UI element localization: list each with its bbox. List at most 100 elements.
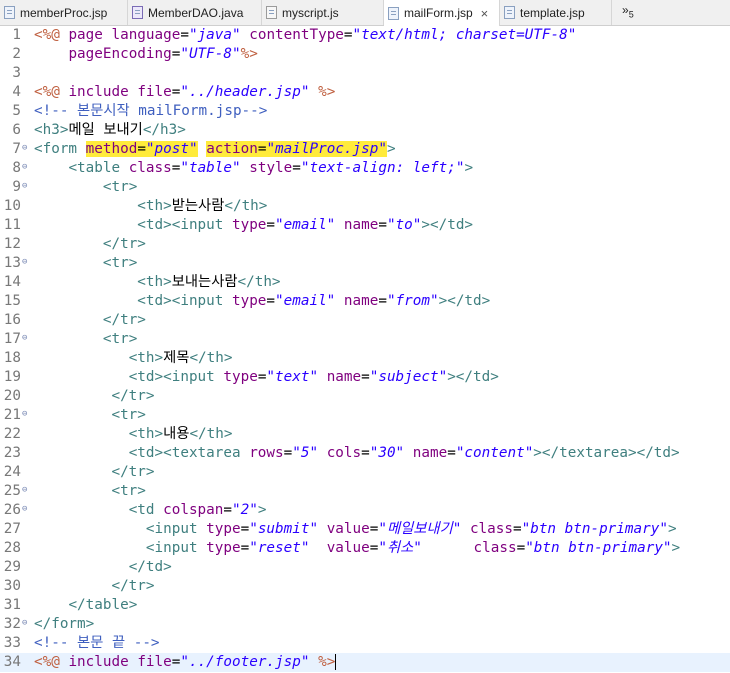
code-token: = bbox=[240, 521, 250, 537]
jsp-file-icon bbox=[388, 6, 399, 20]
tab-mailform[interactable]: mailForm.jsp × bbox=[384, 0, 500, 26]
code-token: type bbox=[231, 217, 267, 233]
code-token: = bbox=[343, 27, 353, 43]
code-line[interactable]: 19 <td><input type="text" name="subject"… bbox=[0, 368, 730, 387]
code-line[interactable]: 32 ⊖ </form> bbox=[0, 615, 730, 634]
code-text: </tr> bbox=[34, 577, 154, 596]
code-token: <input bbox=[145, 540, 198, 556]
code-line[interactable]: 13 ⊖ <tr> bbox=[0, 254, 730, 273]
code-line[interactable]: 17 ⊖ <tr> bbox=[0, 330, 730, 349]
code-token: style bbox=[249, 160, 293, 176]
code-line[interactable]: 34 <%@ include file="../footer.jsp" %> bbox=[0, 653, 730, 672]
code-editor[interactable]: 1 <%@ page language="java" contentType="t… bbox=[0, 26, 730, 673]
chevron-double-right-icon: » bbox=[622, 3, 629, 17]
code-line[interactable]: 9 ⊖ <tr> bbox=[0, 178, 730, 197]
code-token: <th> bbox=[137, 198, 172, 214]
code-line[interactable]: 20 </tr> bbox=[0, 387, 730, 406]
line-number: 25 bbox=[3, 483, 21, 499]
editor-tab-bar: memberProc.jsp MemberDAO.java myscript.j… bbox=[0, 0, 730, 26]
code-text: <tr> bbox=[34, 178, 137, 197]
fold-toggle-icon[interactable]: ⊖ bbox=[22, 410, 27, 419]
tab-myscript[interactable]: myscript.js bbox=[262, 0, 384, 25]
code-token: <tr> bbox=[111, 483, 146, 499]
code-line[interactable]: 6 <h3>메일 보내기</h3> bbox=[0, 121, 730, 140]
tab-memberdao[interactable]: MemberDAO.java bbox=[128, 0, 262, 25]
code-token: class bbox=[473, 540, 517, 556]
code-token: = bbox=[378, 217, 387, 233]
code-token: "text/html; charset=UTF-8" bbox=[352, 27, 577, 43]
code-line[interactable]: 28 <input type="reset" value="취소" class=… bbox=[0, 539, 730, 558]
fold-toggle-icon[interactable]: ⊖ bbox=[22, 163, 27, 172]
code-line[interactable]: 10 <th>받는사람</th> bbox=[0, 197, 730, 216]
code-token: page bbox=[68, 27, 103, 43]
text-caret bbox=[335, 654, 337, 670]
code-line[interactable]: 2 pageEncoding="UTF-8"%> bbox=[0, 45, 730, 64]
fold-toggle-icon[interactable]: ⊖ bbox=[22, 258, 27, 267]
code-line[interactable]: 27 <input type="submit" value="메일보내기" cl… bbox=[0, 520, 730, 539]
tab-overflow-button[interactable]: »5 bbox=[622, 3, 634, 19]
code-token: <!-- 본문 끝 --> bbox=[34, 635, 160, 651]
code-line[interactable]: 23 <td><textarea rows="5" cols="30" name… bbox=[0, 444, 730, 463]
tab-memberproc[interactable]: memberProc.jsp bbox=[0, 0, 128, 25]
line-number: 32 bbox=[3, 616, 21, 632]
code-line[interactable]: 29 </td> bbox=[0, 558, 730, 577]
code-line[interactable]: 18 <th>제목</th> bbox=[0, 349, 730, 368]
code-token: method bbox=[85, 141, 138, 157]
code-line[interactable]: 16 </tr> bbox=[0, 311, 730, 330]
close-icon[interactable]: × bbox=[481, 6, 489, 21]
code-line[interactable]: 25 ⊖ <tr> bbox=[0, 482, 730, 501]
code-line[interactable]: 15 <td><input type="email" name="from"><… bbox=[0, 292, 730, 311]
code-text: <td><textarea rows="5" cols="30" name="c… bbox=[34, 444, 680, 463]
fold-toggle-icon[interactable]: ⊖ bbox=[22, 619, 27, 628]
code-line[interactable]: 12 </tr> bbox=[0, 235, 730, 254]
code-token: %> bbox=[318, 84, 336, 100]
code-token: <form bbox=[34, 141, 78, 157]
fold-toggle-icon[interactable]: ⊖ bbox=[22, 334, 27, 343]
tab-template[interactable]: template.jsp bbox=[500, 0, 612, 25]
code-line[interactable]: 1 <%@ page language="java" contentType="t… bbox=[0, 26, 730, 45]
code-line[interactable]: 30 </tr> bbox=[0, 577, 730, 596]
line-number: 23 bbox=[3, 445, 21, 461]
code-token: name bbox=[343, 217, 379, 233]
code-line[interactable]: 31 </table> bbox=[0, 596, 730, 615]
code-token: = bbox=[447, 445, 456, 461]
fold-toggle-icon[interactable]: ⊖ bbox=[22, 182, 27, 191]
code-token: value bbox=[326, 521, 370, 537]
code-line[interactable]: 22 <th>내용</th> bbox=[0, 425, 730, 444]
code-token: "btn btn-primary" bbox=[521, 521, 668, 537]
line-number: 1 bbox=[12, 27, 21, 43]
line-number: 14 bbox=[3, 274, 21, 290]
code-line[interactable]: 26 ⊖ <td colspan="2"> bbox=[0, 501, 730, 520]
code-line[interactable]: 8 ⊖ <table class="table" style="text-alig… bbox=[0, 159, 730, 178]
code-line[interactable]: 3 bbox=[0, 64, 730, 83]
code-line[interactable]: 33 <!-- 본문 끝 --> bbox=[0, 634, 730, 653]
code-line[interactable]: 14 <th>보내는사람</th> bbox=[0, 273, 730, 292]
java-file-icon bbox=[132, 6, 143, 19]
fold-toggle-icon[interactable]: ⊖ bbox=[22, 505, 27, 514]
code-line[interactable]: 5 <!-- 본문시작 mailForm.jsp--> bbox=[0, 102, 730, 121]
code-token: <td><input bbox=[137, 217, 224, 233]
code-line[interactable]: 21 ⊖ <tr> bbox=[0, 406, 730, 425]
fold-toggle-icon[interactable]: ⊖ bbox=[22, 144, 27, 153]
code-line[interactable]: 24 </tr> bbox=[0, 463, 730, 482]
code-line[interactable]: 4 <%@ include file="../header.jsp" %> bbox=[0, 83, 730, 102]
fold-toggle-icon[interactable]: ⊖ bbox=[22, 486, 27, 495]
code-line[interactable]: 11 <td><input type="email" name="to"></t… bbox=[0, 216, 730, 235]
code-token: > bbox=[671, 540, 681, 556]
code-line[interactable]: 7 ⊖ <form method="post" action="mailProc.j… bbox=[0, 140, 730, 159]
code-token: ></textarea></td> bbox=[533, 445, 680, 461]
